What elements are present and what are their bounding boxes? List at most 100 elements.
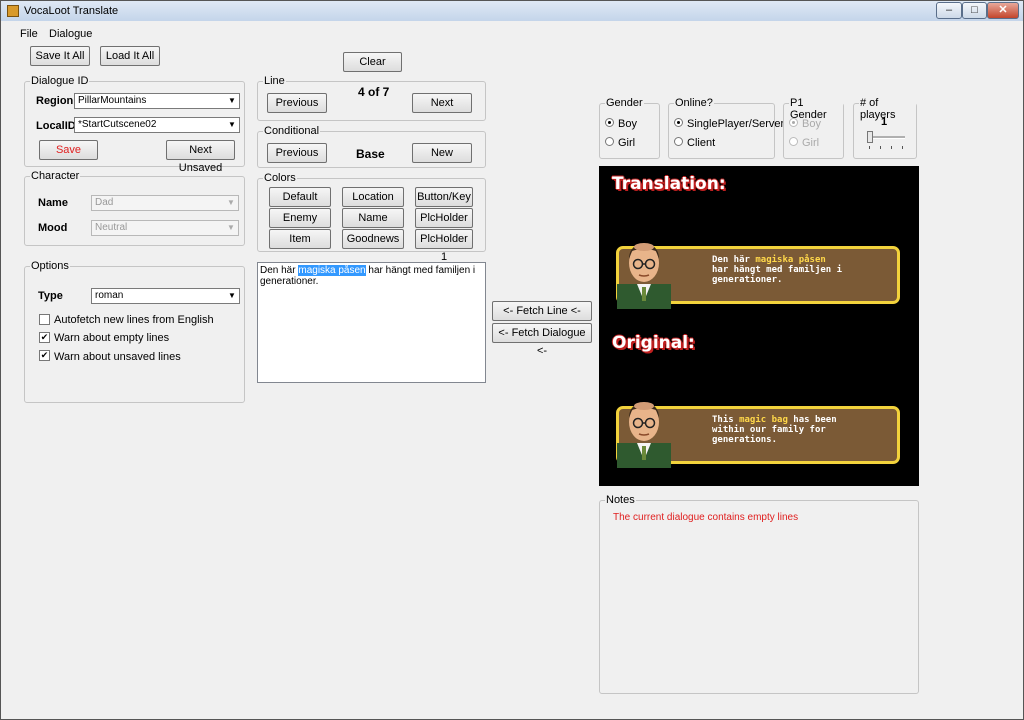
type-select[interactable]: roman ▼ [91, 288, 240, 304]
online-single-radio[interactable] [674, 118, 683, 127]
gender-girl-radio[interactable] [605, 137, 614, 146]
line-next-button[interactable]: Next [412, 93, 472, 113]
color-goodnews-button[interactable]: Goodnews [342, 229, 404, 249]
color-default-button[interactable]: Default [269, 187, 331, 207]
warn-unsaved-checkbox[interactable]: ✔ [39, 350, 50, 361]
p1-gender-group: P1 Gender [783, 97, 844, 159]
autofetch-label: Autofetch new lines from English [54, 314, 214, 326]
dialogue-preview: Translation: Den här magiska påsen har hä… [599, 166, 919, 486]
close-button[interactable]: ✕ [987, 2, 1019, 19]
name-value: Dad [95, 197, 114, 208]
original-line-text: This [712, 415, 740, 425]
original-line-text: has been [787, 415, 837, 425]
group-label: Colors [263, 172, 297, 184]
translation-line: har hängt med familjen i [712, 265, 842, 275]
p1-girl-radio[interactable] [789, 137, 798, 146]
app-icon [7, 5, 19, 17]
conditional-previous-button[interactable]: Previous [267, 143, 327, 163]
fetch-line-button[interactable]: <- Fetch Line <- [492, 301, 592, 321]
translation-line-text: generationer. [712, 275, 783, 285]
translation-line: Den här magiska påsen [712, 255, 842, 265]
color-name-button[interactable]: Name [342, 208, 404, 228]
color-placeholder-1-button[interactable]: PlcHolder 1 [415, 229, 473, 263]
online-single-label: SinglePlayer/Server [687, 118, 785, 130]
slider-thumb[interactable] [867, 131, 873, 143]
online-client-radio[interactable] [674, 137, 683, 146]
region-label: Region [36, 95, 74, 107]
editor-selected-text: magiska påsen [298, 265, 366, 276]
original-line-text: generations. [712, 435, 778, 445]
group-label: # of players [859, 97, 916, 121]
gender-group: Gender [599, 97, 660, 159]
mood-select[interactable]: Neutral ▼ [91, 220, 239, 236]
editor-text-before: Den här [260, 265, 299, 276]
conditional-new-button[interactable]: New [412, 143, 472, 163]
translation-line: generationer. [712, 275, 842, 285]
name-select[interactable]: Dad ▼ [91, 195, 239, 211]
group-label: Character [30, 170, 81, 182]
group-label: Options [30, 260, 70, 272]
translation-line-text: Den här [712, 255, 756, 265]
original-title: Original: [612, 333, 695, 353]
clear-button[interactable]: Clear [343, 52, 402, 72]
autofetch-checkbox[interactable] [39, 314, 50, 325]
group-label: Conditional [263, 125, 321, 137]
save-button[interactable]: Save [39, 140, 98, 160]
gender-girl-label: Girl [618, 137, 636, 149]
color-location-button[interactable]: Location [342, 187, 404, 207]
original-dialog-text: This magic bag has been within our family… [712, 415, 837, 445]
group-label: Dialogue ID [30, 75, 90, 87]
chevron-down-icon: ▼ [228, 96, 236, 105]
region-select[interactable]: PillarMountains ▼ [74, 93, 240, 109]
app-window: VocaLoot Translate – □ ✕ File Dialogue S… [0, 0, 1024, 720]
group-label: Online? [674, 97, 714, 109]
character-portrait [617, 243, 671, 309]
mood-value: Neutral [95, 222, 128, 233]
menu-file[interactable]: File [20, 28, 38, 40]
region-value: PillarMountains [78, 95, 147, 106]
localid-label: LocalID [36, 120, 76, 132]
notes-message: The current dialogue contains empty line… [613, 512, 799, 523]
type-value: roman [95, 290, 124, 301]
color-button-key-button[interactable]: Button/Key [415, 187, 473, 207]
notes-group: Notes [599, 494, 919, 694]
window-title: VocaLoot Translate [24, 5, 119, 17]
maximize-button[interactable]: □ [962, 2, 987, 19]
gender-boy-radio[interactable] [605, 118, 614, 127]
translation-line-highlight: magiska påsen [755, 255, 826, 265]
chevron-down-icon: ▼ [227, 223, 235, 232]
translation-dialog-text: Den här magiska påsen har hängt med famil… [712, 255, 842, 285]
line-previous-button[interactable]: Previous [267, 93, 327, 113]
color-enemy-button[interactable]: Enemy [269, 208, 331, 228]
character-portrait [617, 402, 671, 468]
p1-girl-label: Girl [802, 137, 820, 149]
minimize-button[interactable]: – [936, 2, 962, 19]
p1-boy-radio[interactable] [789, 118, 798, 127]
line-counter: 4 of 7 [358, 85, 390, 99]
original-line-text: within our family for [712, 425, 826, 435]
group-label: Line [263, 75, 286, 87]
color-placeholder-2-button[interactable]: PlcHolder 2 [415, 208, 473, 242]
save-all-button[interactable]: Save It All [30, 46, 90, 66]
translation-editor[interactable]: Den här magiska påsen har hängt med fami… [257, 262, 486, 383]
chevron-down-icon: ▼ [228, 291, 236, 300]
load-all-button[interactable]: Load It All [100, 46, 160, 66]
online-client-label: Client [687, 137, 716, 149]
chevron-down-icon: ▼ [227, 198, 235, 207]
color-item-button[interactable]: Item [269, 229, 331, 249]
localid-select[interactable]: *StartCutscene02 ▼ [74, 117, 240, 133]
next-unsaved-button[interactable]: Next Unsaved [166, 140, 235, 174]
group-label: Gender [605, 97, 644, 109]
gender-boy-label: Boy [618, 118, 637, 130]
translation-title: Translation: [612, 174, 726, 194]
players-value: 1 [881, 116, 888, 128]
name-label: Name [38, 197, 68, 209]
warn-empty-checkbox[interactable]: ✔ [39, 332, 50, 343]
players-slider[interactable] [867, 131, 905, 149]
warn-unsaved-label: Warn about unsaved lines [54, 351, 181, 363]
p1-boy-label: Boy [802, 118, 821, 130]
menu-dialogue[interactable]: Dialogue [49, 28, 92, 40]
mood-label: Mood [38, 222, 68, 234]
title-bar: VocaLoot Translate – □ ✕ [1, 1, 1023, 21]
fetch-dialogue-button[interactable]: <- Fetch Dialogue <- [492, 323, 592, 357]
